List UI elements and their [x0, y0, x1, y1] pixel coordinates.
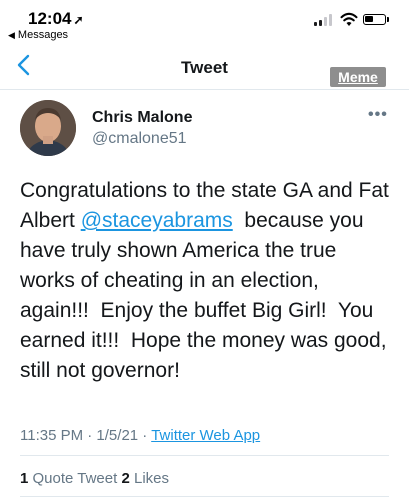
tweet-timestamp: 11:35 PM · 1/5/21 ·	[20, 427, 152, 444]
like-label: Likes	[129, 470, 169, 487]
back-triangle-icon: ◀	[8, 30, 15, 40]
status-time: 12:04 ➚	[28, 9, 84, 29]
tweet-stats: 1 Quote Tweet 2 Likes	[20, 470, 169, 487]
like-count: 2	[121, 470, 130, 487]
tweet-text: Congratulations to the state GA and Fat …	[20, 176, 392, 386]
signal-icon	[314, 14, 332, 26]
divider	[20, 455, 389, 456]
mention-link[interactable]: @staceyabrams	[81, 209, 233, 232]
more-icon[interactable]: •••	[368, 106, 388, 124]
tweet-text-part: because you have truly shown America the…	[20, 209, 393, 382]
likes[interactable]: 2 Likes	[121, 470, 169, 487]
wifi-icon	[340, 12, 358, 26]
avatar[interactable]	[20, 100, 76, 156]
author-handle[interactable]: @cmalone51	[92, 130, 187, 148]
meme-badge: Meme	[330, 67, 386, 87]
quote-tweets[interactable]: 1 Quote Tweet	[20, 470, 121, 487]
tweet-source-link[interactable]: Twitter Web App	[151, 427, 260, 444]
back-app-label: Messages	[17, 29, 69, 41]
status-bar: 12:04 ➚ ◀ Messages	[0, 0, 409, 44]
author-name[interactable]: Chris Malone	[92, 109, 192, 127]
quote-label: Quote Tweet	[28, 470, 122, 487]
tweet-meta: 11:35 PM · 1/5/21 · Twitter Web App	[20, 427, 260, 444]
back-to-app[interactable]: ◀ Messages	[8, 29, 68, 41]
divider	[20, 496, 389, 497]
nav-bar: Tweet Meme	[0, 44, 409, 90]
battery-nub	[387, 17, 389, 22]
battery-icon	[363, 14, 386, 25]
status-time-text: 12:04	[28, 9, 72, 28]
location-arrow-icon: ➚	[73, 13, 84, 27]
